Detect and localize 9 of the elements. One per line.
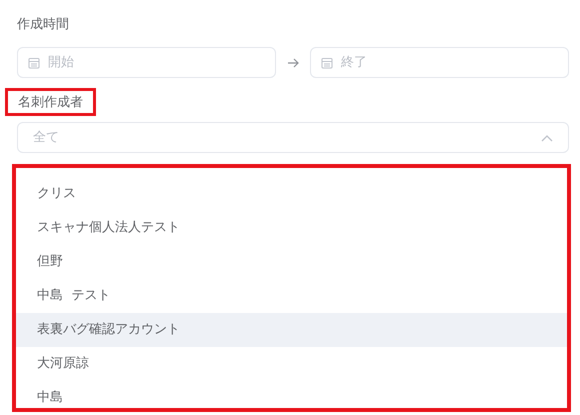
dropdown-option[interactable]: 表裏バグ確認アカウント [16, 313, 567, 347]
calendar-icon [28, 56, 40, 68]
date-placeholder: 開始 [48, 54, 74, 72]
calendar-icon [321, 56, 333, 68]
field-label: 作成時間 [17, 16, 70, 34]
date-placeholder: 終了 [341, 54, 367, 72]
select-placeholder: 全て [33, 128, 59, 147]
arrow-right-icon [287, 58, 299, 68]
field-label: 名刺作成者 [5, 88, 96, 116]
